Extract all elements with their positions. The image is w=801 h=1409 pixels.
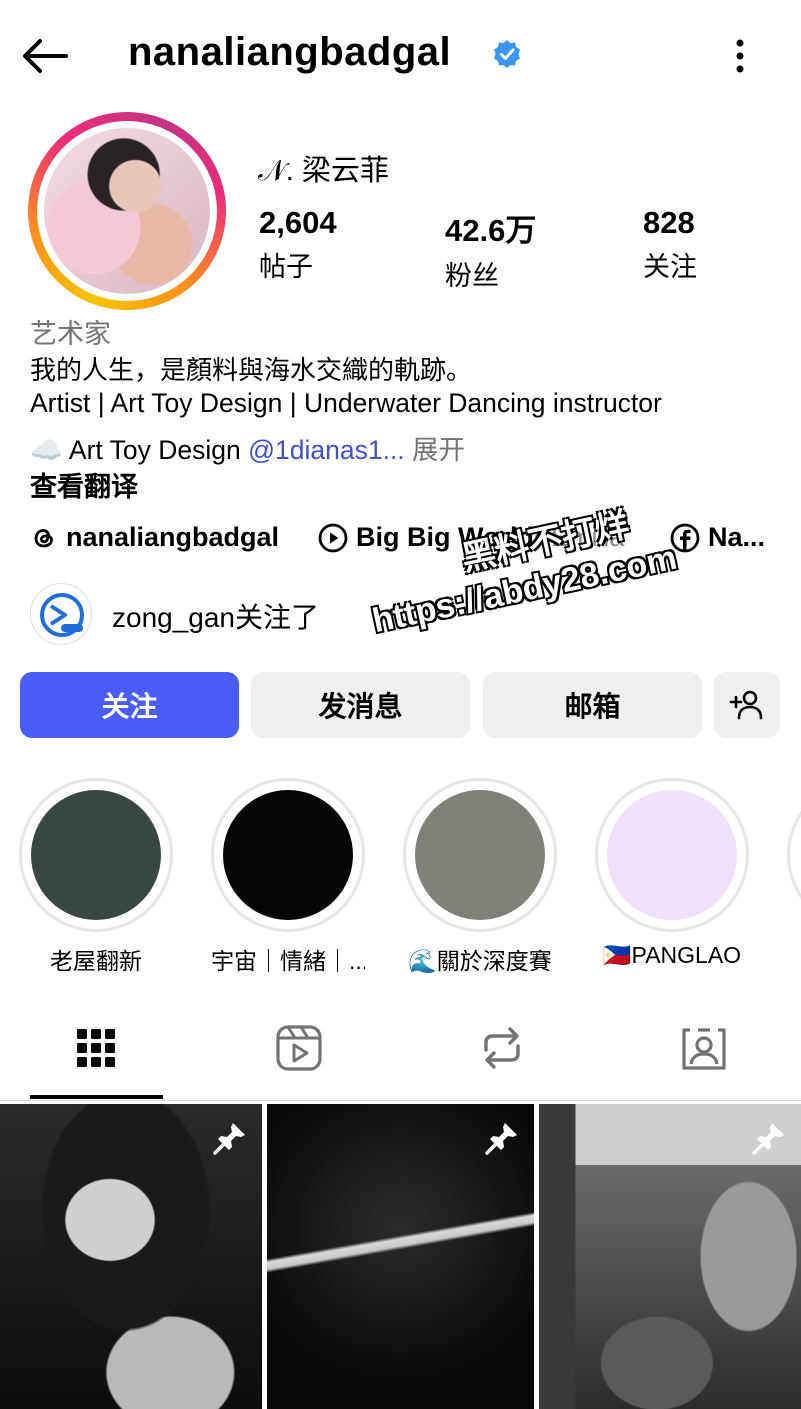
add-person-icon [729, 690, 763, 720]
facebook-link[interactable]: Na... [670, 522, 765, 553]
pin-icon [485, 1123, 517, 1155]
highlight-cover [415, 790, 545, 920]
bio-line-1: 我的人生，是顏料與海水交織的軌跡。 [30, 355, 473, 385]
bio-expand-link[interactable]: 展开 [405, 435, 465, 465]
follow-button[interactable]: 关注 [20, 672, 239, 738]
profile-header: nanaliangbadgal [0, 0, 801, 110]
post-thumbnail[interactable] [267, 1104, 534, 1409]
meta-logo-icon [40, 593, 84, 637]
pin-icon [752, 1123, 784, 1155]
threads-link[interactable]: nanaliangbadgal [30, 522, 279, 553]
message-button[interactable]: 发消息 [251, 672, 470, 738]
content-tabs [0, 1000, 801, 1100]
highlight-item-partial[interactable] [787, 778, 801, 932]
follower-avatar [30, 583, 92, 645]
highlight-cover [607, 790, 737, 920]
stat-following-label: 关注 [643, 252, 697, 282]
arrow-left-icon[interactable] [20, 36, 70, 76]
avatar [44, 128, 210, 294]
stat-followers-value: 42.6万 [445, 213, 537, 248]
verified-badge-icon [494, 40, 520, 68]
bio-line-3-text: ☁️ Art Toy Design [30, 435, 249, 465]
bio-line-2: Artist | Art Toy Design | Underwater Dan… [30, 388, 662, 418]
highlight-label: 宇宙｜情緒｜... [211, 948, 365, 974]
tabs-divider [0, 1100, 801, 1101]
display-name: 𝒩. 梁云菲 [258, 155, 389, 187]
highlight-label: 🌊關於深度賽 [408, 948, 552, 974]
reposts-icon[interactable] [478, 1024, 526, 1072]
bio-mention-link[interactable]: @1dianas1... [248, 435, 405, 465]
pin-icon [213, 1123, 245, 1155]
stat-posts[interactable]: 2,604 帖子 [259, 205, 337, 284]
watermark: 黑料不打烊 https://abdy28.com [360, 496, 681, 643]
threads-username: nanaliangbadgal [66, 522, 280, 552]
grid-icon[interactable] [72, 1024, 120, 1072]
post-thumbnail[interactable] [0, 1104, 262, 1409]
followed-by-text: zong_gan关注了 [112, 602, 320, 633]
play-circle-icon [318, 523, 348, 552]
stat-followers-label: 粉丝 [445, 261, 499, 291]
highlight-label: 老屋翻新 [50, 948, 142, 974]
highlight-cover [31, 790, 161, 920]
add-user-button[interactable] [714, 672, 780, 738]
stat-following[interactable]: 828 关注 [643, 205, 697, 284]
email-button[interactable]: 邮箱 [483, 672, 702, 738]
bio-line-3: ☁️ Art Toy Design @1dianas1... 展开 [30, 428, 465, 467]
active-tab-indicator [30, 1095, 163, 1099]
profile-category: 艺术家 [30, 319, 111, 349]
highlight-item[interactable]: 宇宙｜情緒｜... [211, 778, 365, 976]
stat-following-value: 828 [643, 205, 695, 240]
stat-posts-label: 帖子 [259, 252, 313, 282]
more-vertical-icon[interactable] [724, 36, 756, 76]
see-translation-link[interactable]: 查看翻译 [30, 465, 138, 504]
avatar-story-ring[interactable] [28, 112, 226, 310]
highlight-item[interactable]: 老屋翻新 [19, 778, 173, 976]
stat-posts-value: 2,604 [259, 205, 337, 240]
header-username: nanaliangbadgal [128, 30, 452, 74]
highlight-item[interactable]: 🌊關於深度賽 [403, 778, 557, 976]
highlight-label: 🇵🇭PANGLAO [602, 942, 742, 968]
threads-icon [34, 528, 53, 547]
tagged-icon[interactable] [680, 1024, 728, 1072]
highlight-cover [223, 790, 353, 920]
post-thumbnail[interactable] [539, 1104, 801, 1409]
facebook-name: Na... [708, 522, 766, 552]
reels-icon[interactable] [275, 1024, 323, 1072]
highlight-item[interactable]: 🇵🇭PANGLAO [595, 778, 749, 969]
stat-followers[interactable]: 42.6万 粉丝 [445, 205, 536, 293]
